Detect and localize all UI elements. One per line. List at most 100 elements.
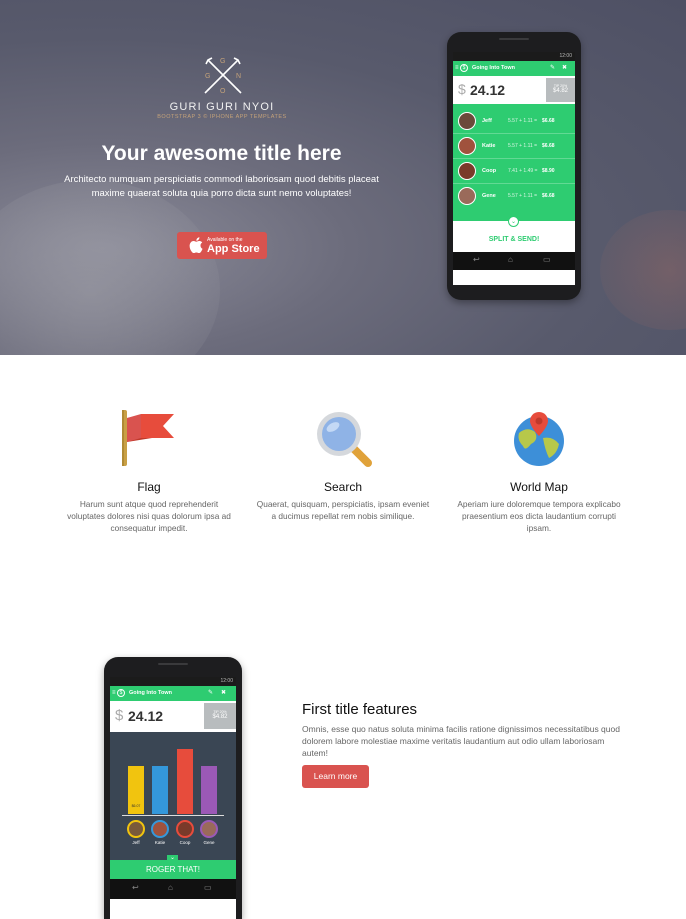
avatar	[458, 112, 476, 130]
back-icon[interactable]: ↩	[132, 883, 139, 892]
person-name: Jeff	[482, 118, 492, 124]
split-send-button[interactable]: SPLIT & SEND!	[453, 228, 575, 252]
dollar-circle-icon: $	[460, 64, 468, 72]
share-icon[interactable]: ✖	[221, 689, 226, 696]
chart-baseline	[122, 815, 224, 816]
person-label: Coop	[179, 840, 191, 845]
amount-value: 24.12	[470, 82, 506, 98]
person-name: Gene	[482, 193, 496, 199]
edit-icon[interactable]: ✎	[208, 689, 213, 696]
person-label: Jeff	[132, 840, 140, 845]
app-bar: ≡ $ Going Into Town ✎ ✖	[110, 686, 236, 701]
currency-symbol: $	[115, 707, 124, 724]
phone-mockup-chart: 12:00 ≡ $ Going Into Town ✎ ✖ $ 24.12 TI…	[104, 657, 242, 919]
avatar-jeff[interactable]	[127, 820, 145, 838]
split-list: Jeff 5.57 + 1.11 = $6.68 Katie 5.57 + 1.…	[453, 104, 575, 221]
status-bar: 12:00	[110, 677, 236, 686]
menu-icon[interactable]: ≡	[455, 65, 459, 71]
phone-screen: 12:00 ≡ $ Going Into Town ✎ ✖ $ 24.12 TI…	[453, 52, 575, 285]
split-chart: $6.07 Jeff Katie Coop Gene	[110, 732, 236, 860]
logo-letter-bottom: O	[220, 88, 226, 95]
home-icon[interactable]: ⌂	[168, 883, 173, 892]
bar-gene[interactable]	[201, 766, 217, 814]
split-expression: 5.57 + 1.11 =	[508, 118, 538, 124]
currency-symbol: $	[458, 81, 466, 97]
split-total: $6.68	[542, 118, 555, 124]
avatar-katie[interactable]	[151, 820, 169, 838]
flag-icon	[122, 410, 174, 466]
avatar	[458, 137, 476, 155]
phone-mockup-split: 12:00 ≡ $ Going Into Town ✎ ✖ $ 24.12 TI…	[447, 32, 581, 300]
tip-value: $4.82	[552, 88, 568, 94]
status-time: 12:00	[559, 53, 572, 59]
android-nav-bar: ↩ ⌂ ▭	[110, 879, 236, 899]
home-icon[interactable]: ⌂	[508, 255, 513, 264]
feature-description: Aperiam iure doloremque tempora explicab…	[457, 499, 621, 533]
dollar-circle-icon: $	[117, 689, 125, 697]
android-nav-bar: ↩ ⌂ ▭	[453, 252, 575, 270]
amount-display: $ 24.12 TIP 20% $4.82	[110, 701, 236, 732]
recents-icon[interactable]: ▭	[543, 255, 551, 264]
brand-tagline: BOOTSTRAP 3 © IPHONE APP TEMPLATES	[157, 114, 287, 120]
roger-that-button[interactable]: ROGER THAT!	[110, 860, 236, 879]
person-name: Coop	[482, 168, 497, 174]
share-icon[interactable]: ✖	[562, 64, 567, 71]
list-item[interactable]: Katie 5.57 + 1.11 = $6.68	[453, 134, 575, 159]
app-store-label: App Store	[207, 243, 260, 255]
crossed-arrows-logo-icon: G G N O	[204, 57, 242, 95]
status-bar: 12:00	[453, 52, 575, 61]
back-icon[interactable]: ↩	[473, 255, 480, 264]
edit-icon[interactable]: ✎	[550, 64, 555, 71]
feature-description: Harum sunt atque quod reprehenderit volu…	[67, 499, 231, 533]
split-total: $6.68	[542, 143, 555, 149]
split-expression: 5.57 + 1.11 =	[508, 143, 538, 149]
feature-title: Flag	[137, 480, 161, 494]
hero-background-blur	[0, 180, 220, 355]
amount-value: 24.12	[128, 708, 164, 724]
apple-icon	[189, 237, 203, 253]
feature-title: World Map	[510, 480, 568, 494]
split-expression: 5.57 + 1.11 =	[508, 193, 538, 199]
globe-pin-icon	[514, 412, 564, 466]
app-bar: ≡ $ Going Into Town ✎ ✖	[453, 61, 575, 76]
logo-letter-left: G	[205, 73, 210, 80]
amount-display: $ 24.12 TIP 20% $4.82	[453, 76, 575, 104]
list-item[interactable]: Jeff 5.57 + 1.11 = $6.68	[453, 109, 575, 134]
tip-value: $4.82	[212, 714, 228, 720]
hero-description: Architecto numquam perspiciatis commodi …	[64, 174, 379, 199]
bar-value-label: $6.07	[131, 804, 141, 808]
app-title: Going Into Town	[472, 65, 515, 71]
tip-box[interactable]: TIP 20% $4.82	[546, 78, 575, 102]
feature-title: Search	[323, 480, 363, 494]
landing-page: G G N O GURI GURI NYOI BOOTSTRAP 3 © IPH…	[0, 0, 686, 919]
phone-screen: 12:00 ≡ $ Going Into Town ✎ ✖ $ 24.12 TI…	[110, 677, 236, 919]
chevron-down-icon[interactable]: ⌄	[508, 216, 519, 227]
split-expression: 7.41 + 1.49 =	[508, 168, 538, 174]
logo-letter-right: N	[236, 73, 241, 80]
status-time: 12:00	[220, 678, 233, 684]
tip-box[interactable]: TIP 20% $4.82	[204, 703, 236, 729]
avatar-gene[interactable]	[200, 820, 218, 838]
person-label: Gene	[203, 840, 215, 845]
bar-coop[interactable]	[177, 749, 193, 814]
bar-katie[interactable]	[152, 766, 168, 814]
recents-icon[interactable]: ▭	[204, 883, 212, 892]
list-item[interactable]: Gene 5.57 + 1.11 = $6.68	[453, 184, 575, 209]
magnifier-icon	[317, 412, 372, 467]
app-store-button[interactable]: Available on the App Store	[177, 232, 267, 259]
learn-more-button[interactable]: Learn more	[302, 765, 369, 788]
split-total: $8.90	[542, 168, 555, 174]
avatar	[458, 162, 476, 180]
feature-description: Quaerat, quisquam, perspiciatis, ipsam e…	[256, 499, 430, 521]
hero-background-blur-right	[600, 210, 686, 330]
avatar	[458, 187, 476, 205]
logo-letter-top: G	[220, 58, 225, 65]
avatar-coop[interactable]	[176, 820, 194, 838]
person-name: Katie	[482, 143, 496, 149]
hero-section: G G N O GURI GURI NYOI BOOTSTRAP 3 © IPH…	[0, 0, 686, 355]
menu-icon[interactable]: ≡	[112, 690, 116, 696]
list-item[interactable]: Coop 7.41 + 1.49 = $8.90	[453, 159, 575, 184]
app-title: Going Into Town	[129, 690, 172, 696]
section-description: Omnis, esse quo natus soluta minima faci…	[302, 724, 620, 758]
brand-name: GURI GURI NYOI	[169, 101, 275, 113]
